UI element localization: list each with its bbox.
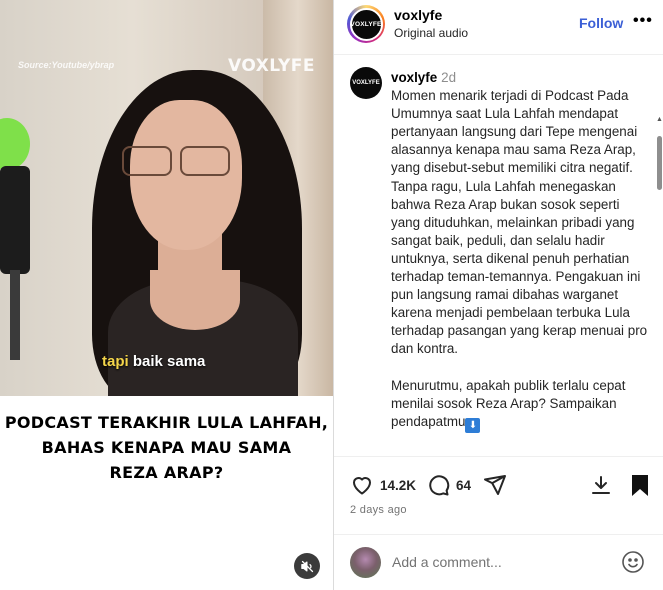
caption-scroll-area[interactable]: VOXLYFE voxlyfe 2d Momen menarik terjadi d…: [334, 56, 663, 456]
headline-line: BAHAS KENAPA MAU SAMA: [41, 438, 292, 457]
down-arrow-emoji-icon: ⬇: [465, 417, 481, 433]
video-source-label: Source:Youtube/ybrap: [18, 60, 115, 70]
video-frame[interactable]: Source:Youtube/ybrap VOXLYFE tapi baik s…: [0, 0, 333, 396]
caption-avatar[interactable]: VOXLYFE: [350, 67, 382, 99]
follow-button[interactable]: Follow: [579, 15, 623, 31]
mute-button[interactable]: [294, 553, 320, 579]
post-caption: voxlyfe 2d Momen menarik terjadi di Podcas…: [391, 69, 649, 451]
smiley-icon: [622, 551, 644, 573]
like-button[interactable]: 14.2K: [350, 473, 416, 497]
caption-question: Menurutmu, apakah publik terlalu cepat m…: [391, 377, 626, 429]
reel-viewer: Source:Youtube/ybrap VOXLYFE tapi baik s…: [0, 0, 663, 590]
caption-time: 2d: [441, 70, 457, 85]
headline-line: PODCAST TERAKHIR LULA LAHFAH,: [4, 413, 329, 432]
caption-body: Momen menarik terjadi di Podcast Pada Um…: [391, 88, 648, 357]
speaker-muted-icon: [300, 560, 313, 572]
emoji-picker-button[interactable]: [621, 550, 645, 579]
microphone-stand: [10, 270, 20, 360]
download-button[interactable]: [589, 473, 613, 497]
more-options-icon[interactable]: •••: [633, 12, 653, 30]
post-date: 2 days ago: [350, 504, 407, 516]
person-neckline: [150, 270, 240, 330]
action-bar: 14.2K 64 2 days ago: [334, 456, 663, 534]
like-count: 14.2K: [380, 477, 417, 493]
author-avatar: VOXLYFE: [349, 7, 383, 41]
save-button[interactable]: [629, 473, 651, 497]
scroll-up-arrow-icon[interactable]: ▲: [656, 116, 663, 123]
comment-button[interactable]: 64: [426, 473, 471, 497]
paper-plane-icon: [484, 475, 506, 495]
caption-paragraph: Menurutmu, apakah publik terlalu cepat m…: [391, 377, 649, 433]
audio-link[interactable]: Original audio: [394, 26, 468, 40]
comment-bubble-icon: [429, 475, 450, 496]
caption-paragraph: voxlyfe 2d Momen menarik terjadi di Podcas…: [391, 69, 649, 359]
video-watermark: VOXLYFE: [228, 56, 316, 76]
caption-username[interactable]: voxlyfe: [391, 70, 437, 85]
subtitle-text: baik sama: [128, 353, 206, 370]
scrollbar-thumb[interactable]: [657, 136, 662, 190]
microphone: [0, 166, 30, 274]
microphone-foam: [0, 118, 30, 170]
subtitle-highlight: tapi: [102, 353, 129, 370]
headline-line: REZA ARAP?: [109, 463, 224, 482]
post-header: VOXLYFE voxlyfe Original audio Follow ••…: [334, 0, 663, 55]
download-icon: [592, 476, 610, 494]
eyeglasses: [118, 146, 236, 178]
comment-count: 64: [456, 477, 472, 493]
bookmark-filled-icon: [632, 475, 648, 496]
details-panel: VOXLYFE voxlyfe Original audio Follow ••…: [334, 0, 663, 590]
video-subtitle: tapi baik sama: [102, 353, 205, 370]
media-panel: Source:Youtube/ybrap VOXLYFE tapi baik s…: [0, 0, 333, 590]
comment-input[interactable]: [392, 550, 612, 574]
share-button[interactable]: [483, 473, 507, 497]
author-avatar-ring[interactable]: VOXLYFE: [347, 5, 385, 43]
heart-icon: [353, 477, 371, 495]
author-username[interactable]: voxlyfe: [394, 7, 442, 23]
video-headline: PODCAST TERAKHIR LULA LAHFAH, BAHAS KENA…: [0, 410, 333, 485]
current-user-avatar: [350, 547, 381, 578]
comment-composer: [334, 534, 663, 590]
